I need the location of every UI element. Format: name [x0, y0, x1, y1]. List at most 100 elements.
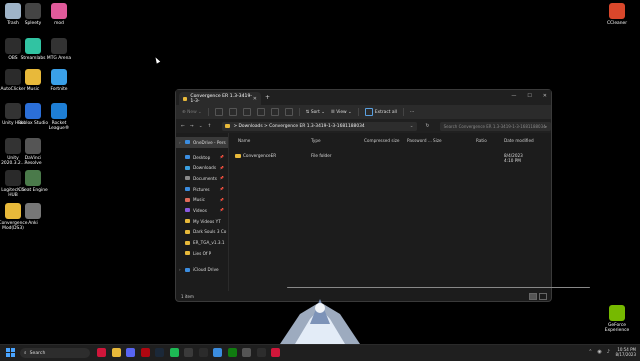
clock[interactable]: 10:54 PM 8/17/2023 [615, 347, 636, 357]
view-label: View [336, 109, 347, 115]
windows-start-icon[interactable] [6, 348, 15, 357]
new-button[interactable]: ⊕ New ⌄ [182, 110, 202, 115]
folder-icon [25, 69, 41, 85]
network-icon[interactable]: ◉ [597, 349, 601, 355]
volume-icon[interactable]: ♪ [607, 349, 610, 355]
search-input[interactable]: Search Convergence ER 1.3-3419-1-3-16811… [439, 121, 551, 131]
chevron-up-icon[interactable]: ⌃ [588, 349, 592, 355]
obs-icon[interactable] [256, 348, 266, 357]
column-ratio[interactable]: Ratio [476, 138, 487, 143]
desktop-shortcut-label: Anki [28, 221, 38, 226]
close-window-button[interactable]: ✕ [543, 93, 547, 99]
more-options-button[interactable]: ··· [410, 110, 414, 115]
sidebar-item[interactable]: Documents 📌 [176, 173, 228, 184]
cut-icon[interactable] [214, 108, 223, 116]
extract-all-button[interactable]: Extract all [364, 108, 397, 116]
sidebar-item-label: Pictures [193, 186, 210, 192]
column-date-modified[interactable]: Date modified [504, 138, 534, 143]
sidebar-item-label: Videos [193, 207, 207, 213]
column-password[interactable]: Password ... [407, 138, 432, 143]
address-bar[interactable]: > Downloads > Convergence ER 1.3-3419-1-… [222, 121, 418, 131]
taskbar-search[interactable]: ⌕ Search [20, 348, 90, 358]
calculator-icon[interactable] [184, 348, 193, 357]
netflix-icon[interactable] [140, 348, 150, 357]
mod-icon [51, 3, 67, 19]
back-button[interactable]: ← [181, 124, 185, 129]
pictures-icon [185, 187, 190, 192]
column-compressed-size[interactable]: Compressed size [364, 138, 399, 143]
sidebar-item[interactable]: › OneDrive - Pers [176, 137, 228, 148]
close-tab-icon[interactable]: ✕ [253, 96, 257, 102]
breadcrumb-downloads[interactable]: Downloads [239, 124, 263, 129]
clock-date: 8/17/2023 [615, 352, 636, 357]
pin-icon: 📌 [219, 208, 224, 213]
epic-games-icon[interactable] [198, 348, 208, 357]
sidebar-item-label: Documents [193, 175, 217, 181]
sidebar-item[interactable]: Music 📌 [176, 194, 228, 205]
folder-icon [185, 229, 190, 234]
file-explorer-icon[interactable] [111, 348, 121, 357]
desktop-shortcut[interactable]: MTG Arena [42, 38, 76, 61]
copy-icon[interactable] [228, 108, 237, 116]
desktop-shortcut[interactable]: Cheat Engine [16, 170, 50, 193]
spotify-icon[interactable] [169, 348, 179, 357]
extract-all-label: Extract all [374, 109, 397, 115]
desktop-shortcut[interactable]: Rocket League® [42, 103, 76, 131]
row-date: 8/4/2023 4:10 PM [504, 153, 523, 163]
up-button[interactable]: ↑ [208, 124, 212, 129]
chevron-right-icon[interactable]: › [179, 140, 181, 145]
column-name[interactable]: Name [238, 138, 250, 143]
refresh-icon[interactable]: ↻ [425, 123, 429, 129]
desktop-shortcut-label: MTG Arena [46, 56, 72, 61]
paste-icon[interactable] [242, 108, 251, 116]
desktop-shortcut[interactable]: Anki [16, 203, 50, 226]
rename-icon[interactable] [256, 108, 265, 116]
desktop-shortcut[interactable]: CCleaner [600, 3, 634, 26]
sidebar-item[interactable]: Lies Of P [176, 248, 228, 259]
desktop-shortcut[interactable]: GeForce Experience [600, 305, 634, 333]
column-type[interactable]: Type [311, 138, 321, 143]
microsoft-store-icon[interactable] [213, 348, 222, 357]
new-tab-button[interactable]: + [265, 94, 270, 101]
breadcrumb-current-folder[interactable]: Convergence ER 1.3-3419-1-3-1681188034 [269, 124, 365, 129]
desktop-shortcut[interactable]: mod [42, 3, 76, 26]
xbox-icon[interactable] [227, 348, 237, 357]
sidebar-item[interactable]: Dark Souls 3 Co [176, 227, 228, 238]
details-view-button[interactable] [529, 293, 537, 300]
maximize-button[interactable]: ☐ [527, 93, 531, 99]
taskbar: ⌕ Search ⌃ ◉ ♪ 10:54 PM 8/17/2023 [0, 344, 640, 361]
sidebar-item-label: iCloud Drive [193, 267, 219, 273]
steam-icon[interactable] [155, 348, 164, 357]
sidebar-item[interactable]: ER_TGA_v1.3.1 [176, 237, 228, 248]
desktop-shortcut-label: mod [54, 21, 64, 26]
recent-locations-button[interactable]: ⌄ [199, 124, 203, 129]
opera-icon[interactable] [271, 348, 280, 357]
chevron-down-icon[interactable]: ⌄ [410, 124, 414, 129]
column-size[interactable]: Size [433, 138, 442, 143]
sidebar-item[interactable]: › iCloud Drive [176, 265, 228, 276]
search-label: Search [29, 350, 46, 356]
minimize-button[interactable]: — [511, 93, 516, 99]
desktop-shortcut[interactable]: Fortnite [42, 69, 76, 92]
sidebar-item[interactable]: Desktop 📌 [176, 152, 228, 163]
view-button[interactable]: ☰ View ⌄ [331, 110, 352, 115]
sidebar-item-label: OneDrive - Pers [193, 139, 226, 145]
sidebar-item[interactable]: Downloads 📌 [176, 162, 228, 173]
tiles-view-button[interactable] [539, 293, 547, 300]
tab-current-folder[interactable]: Convergence ER 1.3-3419-1-3- ✕ [179, 92, 261, 105]
desktop-shortcut[interactable]: DaVinci Resolve [16, 138, 50, 166]
sidebar-item[interactable]: Pictures 📌 [176, 184, 228, 195]
sidebar-item-label: Music [193, 197, 205, 203]
forward-button[interactable]: → [190, 124, 194, 129]
horizontal-scrollbar[interactable] [287, 286, 590, 288]
share-icon[interactable] [270, 108, 279, 116]
sort-button[interactable]: ⇅ Sort ⌄ [306, 110, 325, 115]
sidebar-item[interactable]: Videos 📌 [176, 205, 228, 216]
table-row[interactable]: ConvergenceER File folder 8/4/2023 4:10 … [233, 153, 533, 163]
settings-icon[interactable] [242, 348, 251, 357]
sidebar-item[interactable]: My Videos YT [176, 216, 228, 227]
delete-icon[interactable] [284, 108, 293, 116]
chevron-right-icon[interactable]: › [179, 267, 181, 272]
opera-gx-icon[interactable] [97, 348, 106, 357]
discord-icon[interactable] [126, 348, 135, 357]
